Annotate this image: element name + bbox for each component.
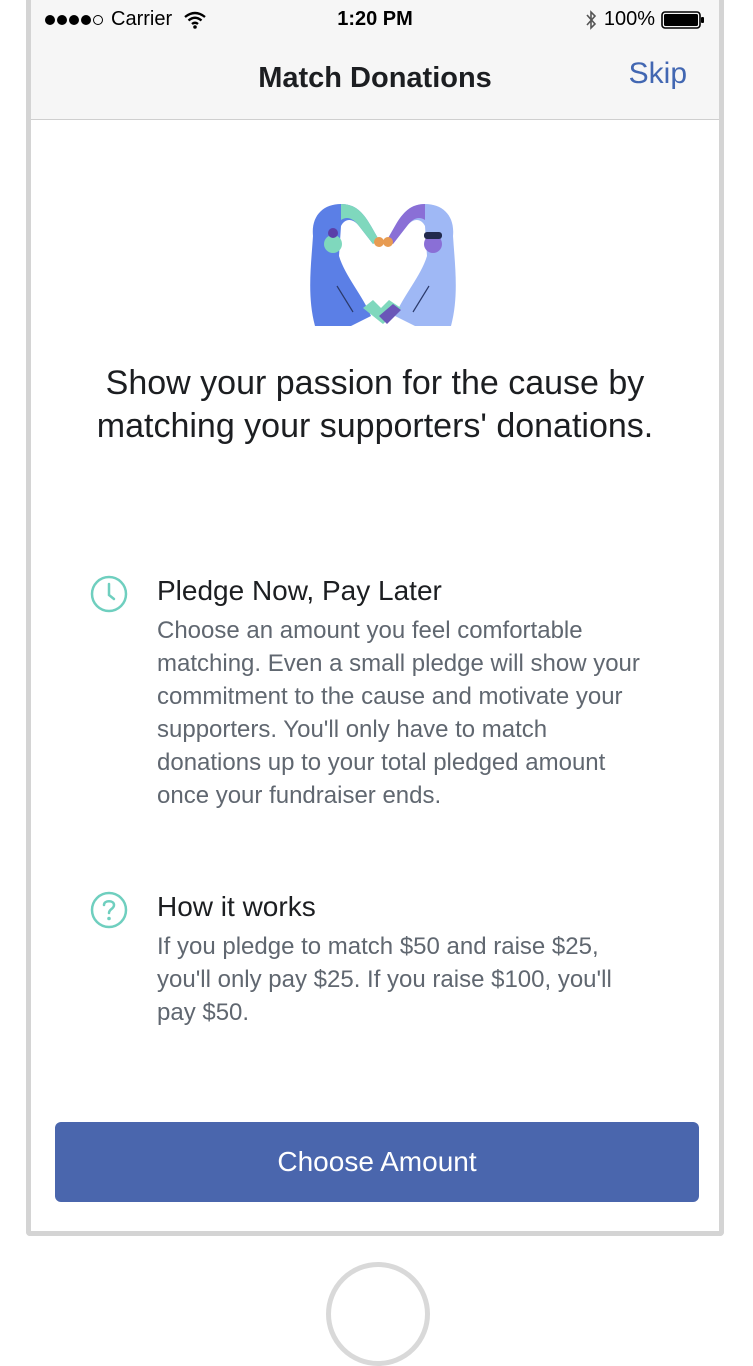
- feature-title: How it works: [157, 891, 316, 922]
- clock-icon: [90, 575, 128, 613]
- feature-description: Choose an amount you feel comfortable ma…: [157, 617, 640, 809]
- donation-heart-illustration: [310, 204, 456, 326]
- feature-description: If you pledge to match $50 and raise $25…: [157, 933, 612, 1026]
- question-circle-icon: [90, 891, 128, 929]
- home-button[interactable]: [326, 1262, 430, 1366]
- feature-title: Pledge Now, Pay Later: [157, 575, 442, 606]
- skip-button[interactable]: Skip: [629, 57, 687, 91]
- battery-icon: [661, 10, 704, 29]
- status-bar: Carrier 1:20 PM 100%: [31, 0, 719, 40]
- phone-frame: Carrier 1:20 PM 100% Match Donations Ski…: [26, 0, 724, 1236]
- bluetooth-icon: [586, 9, 596, 30]
- status-right: 100%: [584, 8, 705, 31]
- page-title: Match Donations: [258, 62, 492, 94]
- headline: Show your passion for the cause by match…: [96, 364, 654, 445]
- navigation-bar: Match Donations Skip: [31, 40, 719, 120]
- choose-amount-button[interactable]: Choose Amount: [55, 1122, 699, 1202]
- battery-percent: 100%: [603, 8, 655, 30]
